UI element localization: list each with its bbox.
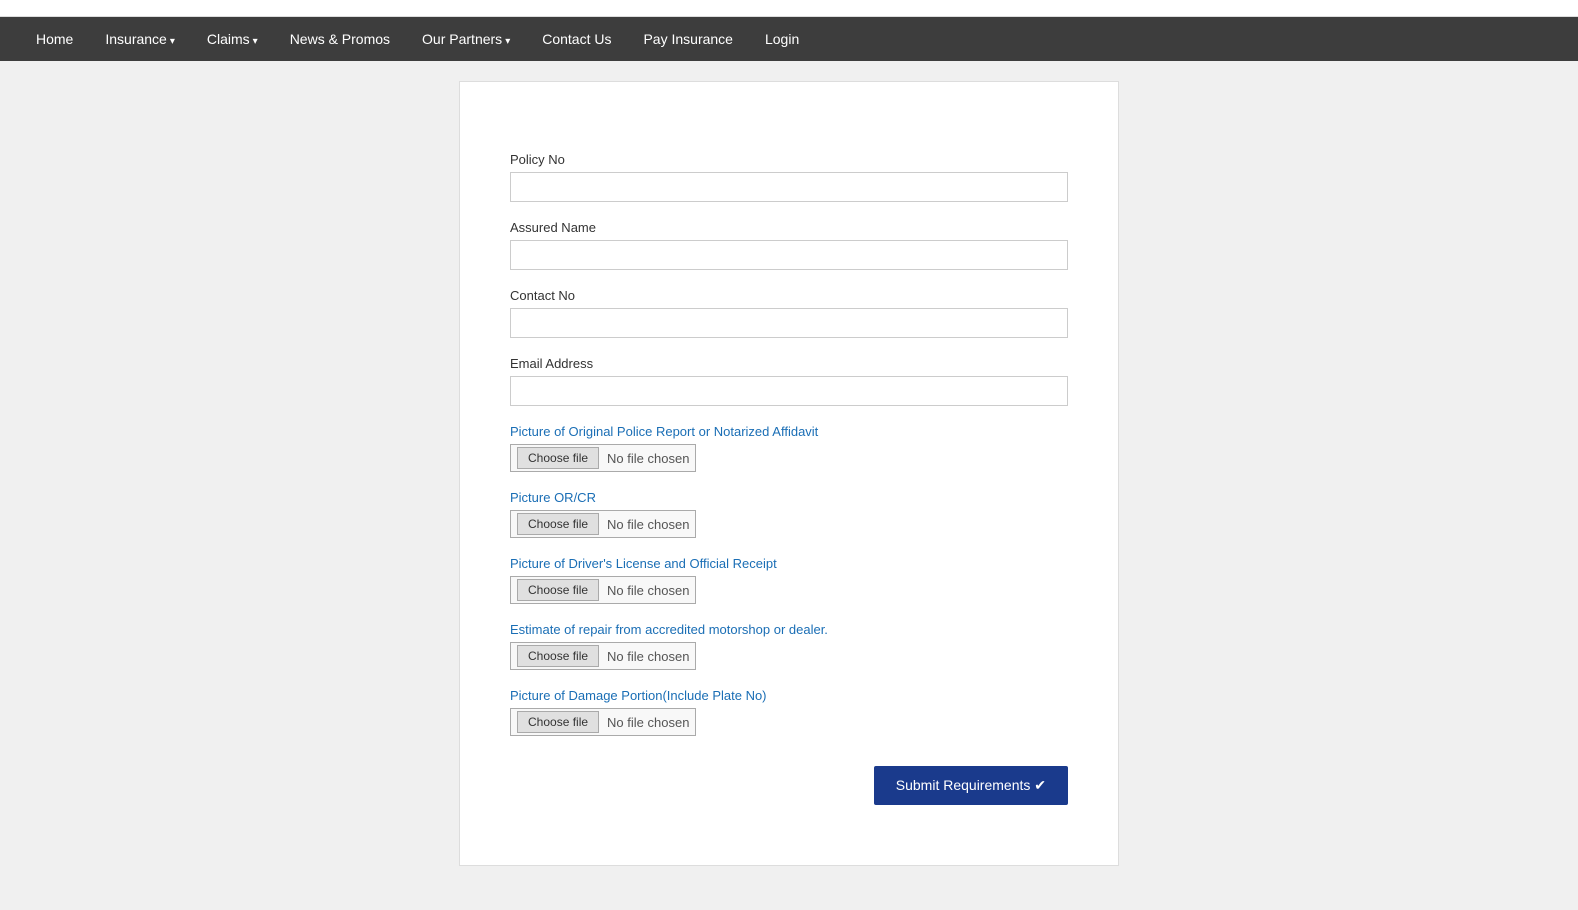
file-input-wrapper-police-report: Choose file No file chosen (510, 444, 696, 472)
nav-item-news---promos[interactable]: News & Promos (274, 17, 406, 61)
input-policy-no[interactable] (510, 172, 1068, 202)
nav-item-our-partners[interactable]: Our Partners▾ (406, 17, 526, 61)
file-group-damage-portion: Picture of Damage Portion(Include Plate … (510, 688, 1068, 736)
file-input-wrapper-drivers-license: Choose file No file chosen (510, 576, 696, 604)
file-label-drivers-license: Picture of Driver's License and Official… (510, 556, 1068, 571)
input-assured-name[interactable] (510, 240, 1068, 270)
choose-file-button-damage-portion[interactable]: Choose file (517, 711, 599, 733)
nav-item-claims[interactable]: Claims▾ (191, 17, 274, 61)
choose-file-button-repair-estimate[interactable]: Choose file (517, 645, 599, 667)
file-group-repair-estimate: Estimate of repair from accredited motor… (510, 622, 1068, 670)
nav-arrow-icon: ▾ (170, 36, 175, 47)
no-file-text-repair-estimate: No file chosen (607, 649, 689, 664)
page-wrapper: Policy No Assured Name Contact No Email Add… (0, 61, 1578, 886)
choose-file-button-or-cr[interactable]: Choose file (517, 513, 599, 535)
no-file-text-drivers-license: No file chosen (607, 583, 689, 598)
topbar (0, 0, 1578, 17)
choose-file-button-police-report[interactable]: Choose file (517, 447, 599, 469)
nav-item-login[interactable]: Login (749, 17, 815, 61)
file-input-wrapper-repair-estimate: Choose file No file chosen (510, 642, 696, 670)
submit-row: Submit Requirements ✔ (510, 766, 1068, 805)
file-label-repair-estimate: Estimate of repair from accredited motor… (510, 622, 1068, 637)
label-policy-no: Policy No (510, 152, 1068, 167)
file-input-wrapper-or-cr: Choose file No file chosen (510, 510, 696, 538)
nav-arrow-icon: ▾ (253, 36, 258, 47)
choose-file-button-drivers-license[interactable]: Choose file (517, 579, 599, 601)
file-label-damage-portion: Picture of Damage Portion(Include Plate … (510, 688, 1068, 703)
field-group-email-address: Email Address (510, 356, 1068, 406)
label-assured-name: Assured Name (510, 220, 1068, 235)
no-file-text-police-report: No file chosen (607, 451, 689, 466)
file-label-or-cr: Picture OR/CR (510, 490, 1068, 505)
file-group-police-report: Picture of Original Police Report or Not… (510, 424, 1068, 472)
file-label-police-report: Picture of Original Police Report or Not… (510, 424, 1068, 439)
field-group-assured-name: Assured Name (510, 220, 1068, 270)
no-file-text-or-cr: No file chosen (607, 517, 689, 532)
nav-item-contact-us[interactable]: Contact Us (526, 17, 627, 61)
form-card: Policy No Assured Name Contact No Email Add… (459, 81, 1119, 866)
field-group-policy-no: Policy No (510, 152, 1068, 202)
input-contact-no[interactable] (510, 308, 1068, 338)
file-group-or-cr: Picture OR/CR Choose file No file chosen (510, 490, 1068, 538)
field-group-contact-no: Contact No (510, 288, 1068, 338)
no-file-text-damage-portion: No file chosen (607, 715, 689, 730)
navbar: HomeInsurance▾Claims▾News & PromosOur Pa… (0, 17, 1578, 61)
label-email-address: Email Address (510, 356, 1068, 371)
input-email-address[interactable] (510, 376, 1068, 406)
nav-item-pay-insurance[interactable]: Pay Insurance (627, 17, 749, 61)
nav-arrow-icon: ▾ (505, 36, 510, 47)
file-input-wrapper-damage-portion: Choose file No file chosen (510, 708, 696, 736)
file-group-drivers-license: Picture of Driver's License and Official… (510, 556, 1068, 604)
nav-item-home[interactable]: Home (20, 17, 89, 61)
label-contact-no: Contact No (510, 288, 1068, 303)
nav-item-insurance[interactable]: Insurance▾ (89, 17, 191, 61)
submit-button[interactable]: Submit Requirements ✔ (874, 766, 1068, 805)
